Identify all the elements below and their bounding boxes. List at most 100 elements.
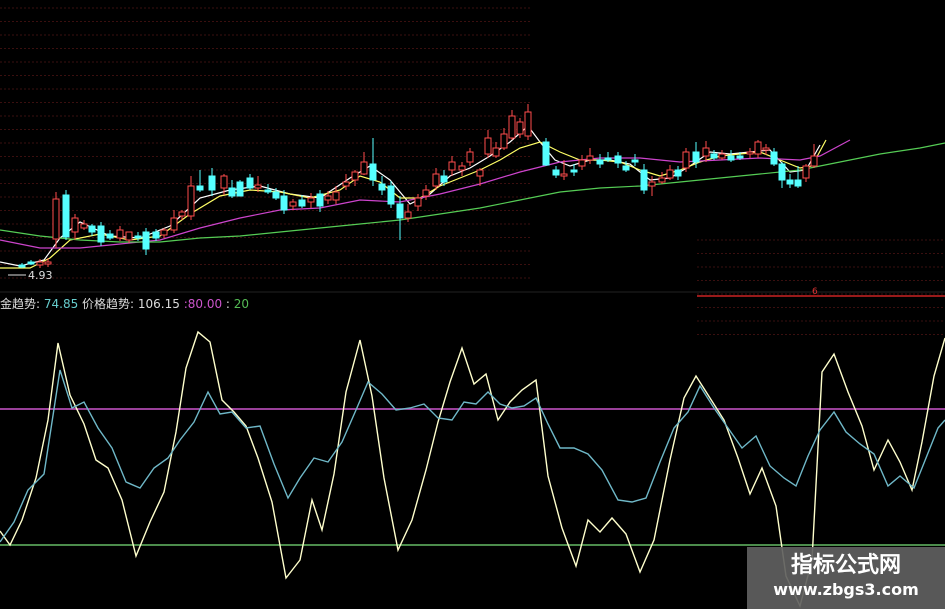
candle-body [272,191,280,199]
candle [360,152,368,175]
candle-body [484,137,492,155]
legend-text-1: 74.85 [40,297,79,311]
candle-body [770,151,778,165]
candle-body [369,163,377,181]
candle-body [316,193,324,207]
candle-body [560,173,568,177]
watermark-url: www.zbgs3.com [773,580,919,599]
candle [778,162,786,188]
candle-body [604,157,612,161]
candle-body [802,165,810,179]
price-line [0,369,945,543]
candle [228,180,236,198]
candle-body [18,264,26,268]
candle-body [178,211,186,217]
low-price-marker: 4.93 [8,269,53,282]
candle [786,174,794,188]
candle-body [500,133,508,149]
candle-body [351,171,359,181]
candle-body [246,177,254,189]
candle [674,166,682,180]
candle-body [187,185,195,217]
candle [387,181,395,208]
candle-body [622,165,630,171]
candle-body [631,159,639,163]
candle-body [746,151,754,155]
candle-body [736,155,744,159]
candle [542,138,550,166]
candle-body [116,229,124,239]
candle-body [404,211,412,219]
candle [18,263,26,268]
candle-body [682,151,690,169]
candle [369,138,377,186]
candle-body [578,159,586,167]
candle-body [586,155,594,161]
candle-body [710,153,718,159]
candle [710,150,718,160]
ma-short-line [0,125,821,267]
candle [702,141,710,162]
candle [727,150,735,162]
candle-body [228,187,236,197]
candle-body [666,169,674,179]
candle [289,199,297,210]
candle [466,148,474,166]
candle-body [648,181,656,187]
candle [658,172,666,184]
candle [170,210,178,233]
candle-body [160,229,168,236]
candle-body [342,181,350,187]
candle-body [552,169,560,176]
candle [631,154,639,166]
legend-text-5: : [222,297,230,311]
candle-body [62,194,70,238]
candle [484,130,492,158]
candle [586,148,594,164]
legend-text-2: 价格趋势: [78,297,135,311]
candle-body [289,201,297,207]
candle [208,168,216,196]
candle-body [786,179,794,185]
legend-text-6: 20 [229,297,250,311]
indicator-reference-lines [0,408,945,546]
candle-body [432,173,440,187]
candle [378,176,386,195]
candle-body [508,115,516,139]
candle [246,174,254,190]
indicator-legend: 金趋势: 74.85 价格趋势: 106.15 :80.00 : 20 [0,296,249,312]
candle-body [702,147,710,157]
candle-body [332,191,340,201]
candle [508,110,516,140]
low-price-label: 4.93 [28,269,53,282]
candle [500,128,508,150]
candle-body [440,175,448,183]
candle-body [422,189,430,197]
candle [71,214,79,240]
candle-body [542,141,550,166]
candle-body [658,177,666,183]
candle [396,196,404,240]
candle-body [754,141,762,155]
candle-body [254,184,262,189]
candle-body [307,197,315,203]
candle [448,156,456,176]
candle-body [596,159,604,165]
candle-body [492,147,500,157]
side-marker-label: 6 [812,287,818,297]
legend-text-3: 106.15 [134,297,180,311]
candle-body [106,233,114,239]
candle-body [640,169,648,191]
candle [682,148,690,172]
candle-body [396,203,404,219]
candle [125,231,133,243]
candle-body [170,217,178,231]
candle [492,142,500,158]
candle-body [80,223,88,229]
candle-body [718,153,726,159]
candle [187,176,195,220]
candle-body [264,189,272,193]
candle-body [476,169,484,177]
candle-body [236,181,244,197]
candle [307,193,315,208]
